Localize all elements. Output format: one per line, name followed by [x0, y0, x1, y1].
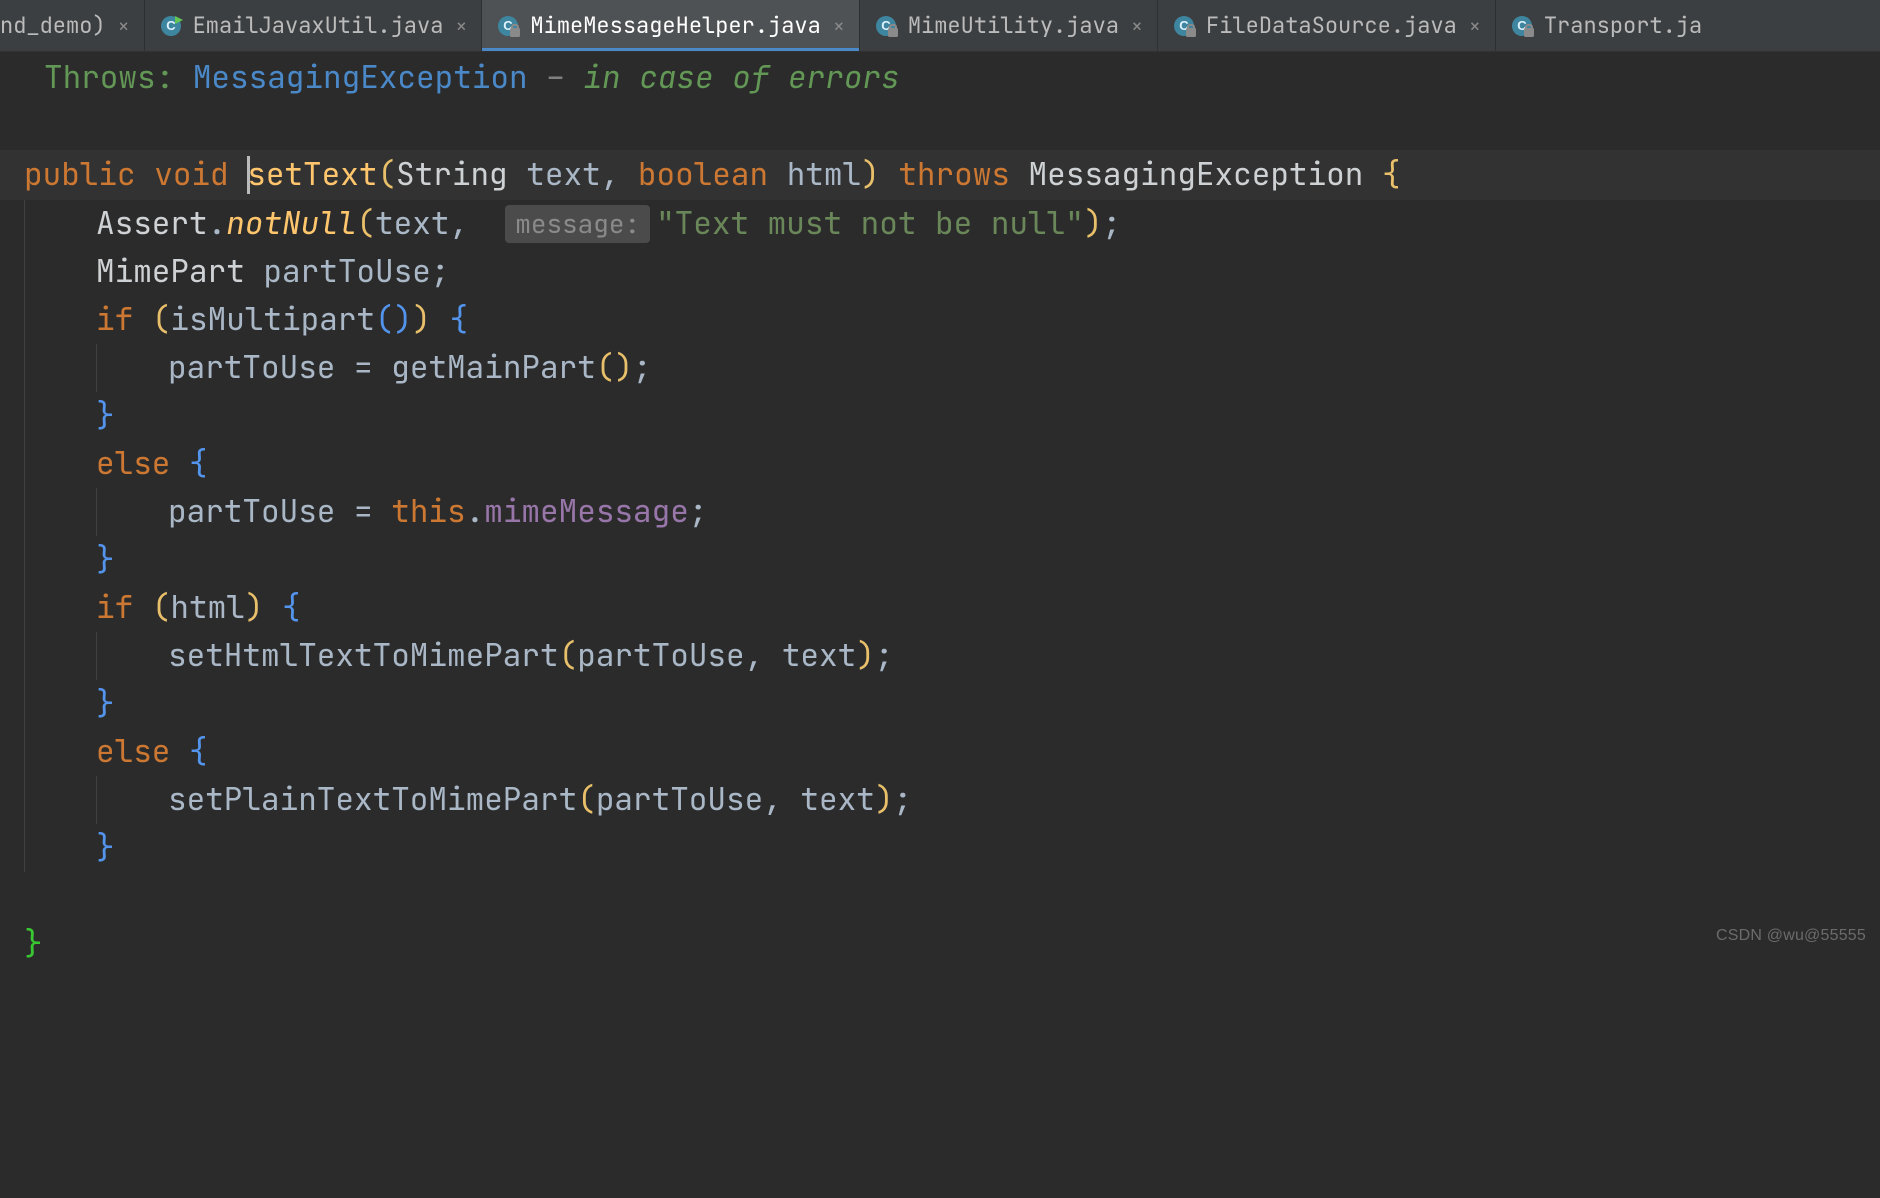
- var-ref: partToUse: [168, 344, 335, 392]
- code-line: partToUse = getMainPart();: [0, 344, 1880, 392]
- kw-else: else: [96, 728, 170, 776]
- type-ref: MimePart: [96, 248, 245, 296]
- javadoc-line: Throws: MessagingException – in case of …: [0, 54, 1880, 102]
- code-line: }: [0, 536, 1880, 584]
- tab-truncated-left[interactable]: nd_demo) ×: [0, 0, 145, 51]
- close-icon[interactable]: ×: [116, 13, 130, 39]
- class-icon: C: [1172, 14, 1196, 38]
- tab-mimemessagehelper[interactable]: C MimeMessageHelper.java ×: [482, 0, 859, 51]
- class-icon: C: [1510, 14, 1534, 38]
- tab-label: MimeUtility.java: [908, 11, 1119, 40]
- kw-if: if: [96, 296, 133, 344]
- arg: partToUse: [577, 632, 744, 680]
- close-icon[interactable]: ×: [1129, 13, 1143, 39]
- var-ref: partToUse: [168, 488, 335, 536]
- tab-label: Transport.ja: [1544, 11, 1702, 40]
- watermark: CSDN @wu@55555: [1716, 912, 1866, 960]
- kw-this: this: [391, 488, 465, 536]
- tab-label: MimeMessageHelper.java: [530, 11, 820, 40]
- close-icon[interactable]: ×: [453, 13, 467, 39]
- kw-throws: throws: [898, 151, 1010, 199]
- param-name: text: [526, 151, 600, 199]
- arg: text: [800, 776, 874, 824]
- method-call: setPlainTextToMimePart: [168, 776, 577, 824]
- code-line: if (isMultipart()) {: [0, 296, 1880, 344]
- method-call: setHtmlTextToMimePart: [168, 632, 559, 680]
- class-icon: C: [874, 14, 898, 38]
- javadoc-dash: –: [528, 54, 584, 102]
- kw-public: public: [24, 151, 136, 199]
- code-line: setPlainTextToMimePart(partToUse, text);: [0, 776, 1880, 824]
- tab-filedatasource[interactable]: C FileDataSource.java ×: [1158, 0, 1496, 51]
- kw-if: if: [96, 584, 133, 632]
- code-line: }: [0, 824, 1880, 872]
- close-icon[interactable]: ×: [1467, 13, 1481, 39]
- tab-emailjavaxutil[interactable]: C EmailJavaxUtil.java ×: [145, 0, 483, 51]
- param-type: boolean: [638, 151, 768, 199]
- arg: partToUse: [596, 776, 763, 824]
- var-decl: partToUse: [263, 248, 430, 296]
- javadoc-throws-label: Throws:: [44, 54, 174, 102]
- tab-mimeutility[interactable]: C MimeUtility.java ×: [860, 0, 1158, 51]
- tab-label: nd_demo): [0, 11, 106, 40]
- code-line: }: [0, 680, 1880, 728]
- code-line: }: [0, 392, 1880, 440]
- code-line: }: [0, 920, 1880, 968]
- code-line: partToUse = this.mimeMessage;: [0, 488, 1880, 536]
- code-line: else {: [0, 440, 1880, 488]
- param-type: String: [396, 151, 508, 199]
- var-ref: html: [170, 584, 244, 632]
- tab-label: FileDataSource.java: [1206, 11, 1457, 40]
- param-name: html: [787, 151, 861, 199]
- exception-type: MessagingException: [1029, 151, 1364, 199]
- field-ref: mimeMessage: [484, 488, 689, 536]
- method-name: setText: [247, 151, 377, 199]
- kw-void: void: [154, 151, 228, 199]
- code-line: MimePart partToUse;: [0, 248, 1880, 296]
- blank-line: [0, 102, 1880, 150]
- tab-transport[interactable]: C Transport.ja: [1496, 0, 1702, 51]
- class-ref: Assert: [96, 200, 208, 248]
- code-line: Assert.notNull(text, message:"Text must …: [0, 200, 1880, 248]
- blank-line: [0, 872, 1880, 920]
- method-call: isMultipart: [170, 296, 375, 344]
- javadoc-desc: in case of errors: [583, 54, 899, 102]
- arg: text: [375, 200, 449, 248]
- code-line: if (html) {: [0, 584, 1880, 632]
- method-call: getMainPart: [391, 344, 596, 392]
- method-signature: public void setText(String text, boolean…: [0, 150, 1880, 200]
- javadoc-exception-link[interactable]: MessagingException: [193, 54, 528, 102]
- code-line: setHtmlTextToMimePart(partToUse, text);: [0, 632, 1880, 680]
- close-icon[interactable]: ×: [831, 13, 845, 39]
- string-literal: "Text must not be null": [656, 200, 1084, 248]
- svg-text:C: C: [166, 18, 176, 33]
- inlay-hint: message:: [505, 205, 650, 243]
- code-line: else {: [0, 728, 1880, 776]
- class-run-icon: C: [159, 14, 183, 38]
- class-icon: C: [496, 14, 520, 38]
- arg: text: [782, 632, 856, 680]
- kw-else: else: [96, 440, 170, 488]
- tab-label: EmailJavaxUtil.java: [193, 11, 444, 40]
- code-editor[interactable]: Throws: MessagingException – in case of …: [0, 52, 1880, 968]
- method-call: notNull: [226, 200, 356, 248]
- editor-tabbar: nd_demo) × C EmailJavaxUtil.java × C Mim…: [0, 0, 1880, 52]
